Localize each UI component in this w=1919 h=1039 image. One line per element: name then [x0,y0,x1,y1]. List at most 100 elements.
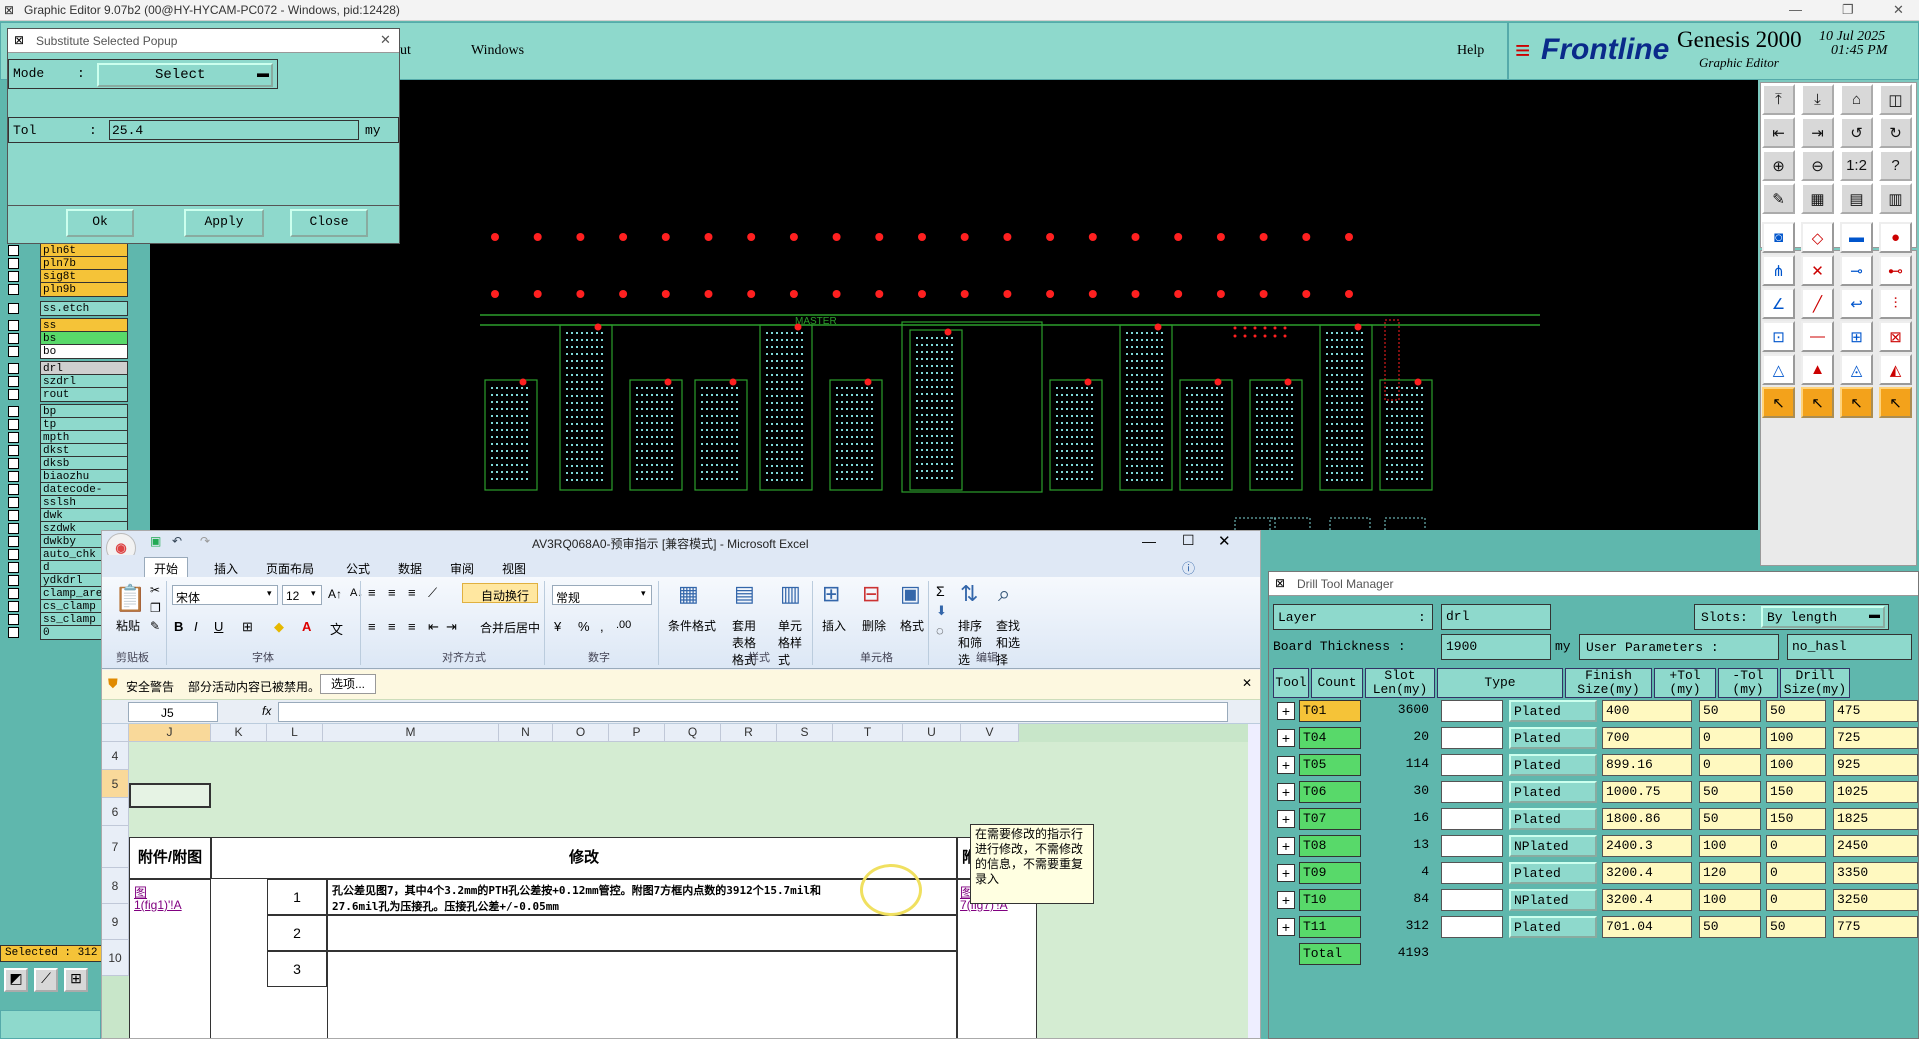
expand-icon[interactable]: + [1277,756,1295,774]
align-top-icon[interactable]: ≡ [368,585,376,600]
finish-size-input[interactable]: 400 [1602,700,1692,722]
cross-icon[interactable]: ✕ [1801,255,1834,286]
column-header[interactable]: L [267,724,323,742]
clear-icon[interactable]: ◌ [936,623,944,638]
menu-windows[interactable]: Windows [471,43,524,59]
decimal-icon[interactable]: .00 [616,619,631,631]
measure-icon[interactable]: ✎ [1762,183,1795,214]
name-box[interactable]: J5 [128,702,218,722]
expand-icon[interactable]: + [1277,729,1295,747]
select-all-corner[interactable] [102,724,129,742]
minimize-icon[interactable]: — [1789,2,1802,17]
expand-icon[interactable]: + [1277,864,1295,882]
minus-tol-input[interactable]: 0 [1766,889,1826,911]
italic-icon[interactable]: I [194,619,198,634]
slot-len-input[interactable] [1441,808,1503,830]
tool-name[interactable]: T10 [1299,889,1361,911]
expand-icon[interactable]: + [1277,891,1295,909]
layer-checkbox[interactable] [8,523,19,534]
column-header[interactable]: V [961,724,1019,742]
layer-checkbox[interactable] [8,333,19,344]
slot-len-input[interactable] [1441,916,1503,938]
tab-data[interactable]: 数据 [398,560,422,577]
drill-size-input[interactable]: 2450 [1833,835,1918,857]
layer-checkbox[interactable] [8,271,19,282]
table-format-icon[interactable]: ▤ [734,581,755,607]
select-3-icon[interactable]: ↖ [1840,387,1873,418]
plus-tol-input[interactable]: 0 [1699,754,1761,776]
format-cells-icon[interactable]: ▣ [900,581,921,607]
undo-view-icon[interactable]: ↺ [1840,117,1873,148]
slash-icon[interactable]: ╱ [1801,288,1834,319]
paste-icon[interactable]: 📋 [114,583,146,614]
select-2-icon[interactable]: ↖ [1801,387,1834,418]
mode-select[interactable]: Select ▬ [97,63,273,87]
select-icon[interactable]: ↖ [1762,387,1795,418]
column-header[interactable]: P [609,724,665,742]
layer-checkbox[interactable] [8,588,19,599]
layer-name[interactable]: ss.etch [40,301,128,316]
layer-checkbox[interactable] [8,497,19,508]
column-header[interactable]: N [499,724,553,742]
layer-row[interactable]: rout [6,387,128,402]
slot-len-input[interactable] [1441,754,1503,776]
undo-icon[interactable]: ↶ [172,534,182,548]
security-options-button[interactable]: 选项... [320,674,376,694]
angle-icon[interactable]: ∠ [1762,288,1795,319]
align-center-icon[interactable]: ≡ [388,619,396,634]
cell-style-label[interactable]: 单元格样式 [778,617,808,668]
excel-maximize-icon[interactable]: ☐ [1182,532,1195,549]
row-header[interactable]: 10 [102,940,129,976]
slots-select[interactable]: By length ▬ [1761,606,1885,628]
layer-checkbox[interactable] [8,303,19,314]
plus-tol-input[interactable]: 0 [1699,727,1761,749]
apply-button[interactable]: Apply [184,209,264,237]
tab-formulas[interactable]: 公式 [346,560,370,577]
box-icon[interactable]: ⊡ [1762,321,1795,352]
snap-icon[interactable]: ▥ [1879,183,1912,214]
layer-checkbox[interactable] [8,419,19,430]
layers-icon[interactable]: ▤ [1840,183,1873,214]
layer-checkbox[interactable] [8,614,19,625]
minus-tol-input[interactable]: 100 [1766,727,1826,749]
finish-size-input[interactable]: 2400.3 [1602,835,1692,857]
slot-len-input[interactable] [1441,781,1503,803]
finish-size-input[interactable]: 3200.4 [1602,862,1692,884]
grid-icon[interactable]: ▦ [1801,183,1834,214]
redo-icon[interactable]: ↷ [200,534,210,548]
row-header[interactable]: 7 [102,826,129,868]
cut-icon[interactable]: ✂ [150,583,160,597]
minus-tol-input[interactable]: 0 [1766,835,1826,857]
minus-tol-input[interactable]: 50 [1766,916,1826,938]
plus-tol-input[interactable]: 50 [1699,781,1761,803]
type-select[interactable]: Plated [1509,700,1597,722]
layer-checkbox[interactable] [8,458,19,469]
layer-name[interactable]: bo [40,344,128,359]
tool-name[interactable]: T11 [1299,916,1361,938]
plus-tol-input[interactable]: 50 [1699,808,1761,830]
fx-icon[interactable]: fx [262,704,271,718]
layer-checkbox[interactable] [8,562,19,573]
finish-size-input[interactable]: 700 [1602,727,1692,749]
finish-size-input[interactable]: 899.16 [1602,754,1692,776]
layer-checkbox[interactable] [8,406,19,417]
expand-icon[interactable]: + [1277,702,1295,720]
layer-checkbox[interactable] [8,376,19,387]
layer-checkbox[interactable] [8,445,19,456]
center-icon[interactable]: ⊕ [1762,150,1795,181]
column-header[interactable]: M [323,724,499,742]
layer-checkbox[interactable] [8,536,19,547]
layer-input[interactable]: drl [1441,604,1551,630]
layer-checkbox[interactable] [8,346,19,357]
comma-icon[interactable]: , [600,619,604,634]
finish-size-input[interactable]: 701.04 [1602,916,1692,938]
tool-name[interactable]: T07 [1299,808,1361,830]
column-header[interactable]: S [777,724,833,742]
drill-size-input[interactable]: 725 [1833,727,1918,749]
percent-icon[interactable]: % [578,619,590,634]
copy-icon[interactable]: ❐ [150,601,161,615]
drill-size-input[interactable]: 475 [1833,700,1918,722]
layer-checkbox[interactable] [8,245,19,256]
slot-len-input[interactable] [1441,835,1503,857]
triangle-icon[interactable]: △ [1762,354,1795,385]
